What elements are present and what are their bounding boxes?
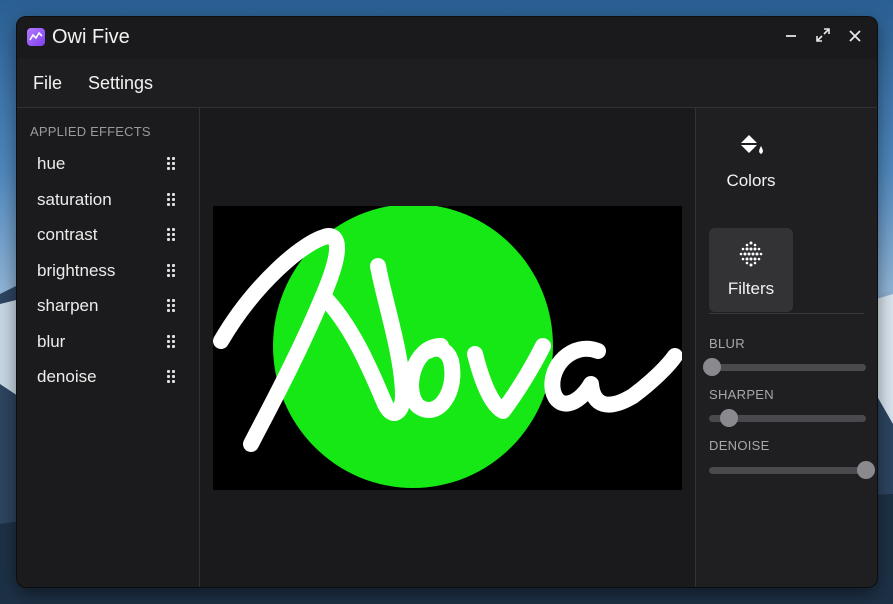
nova-logo-image: [213, 206, 682, 488]
filters-tool-button[interactable]: Filters: [709, 228, 793, 312]
effect-label: blur: [37, 332, 66, 351]
close-icon: [849, 30, 861, 42]
effect-label: brightness: [37, 261, 116, 280]
colors-label: Colors: [726, 171, 776, 190]
effect-label: sharpen: [37, 296, 99, 315]
close-button[interactable]: [844, 27, 866, 49]
paint-bucket-icon: [709, 132, 793, 160]
slider-track[interactable]: [709, 364, 866, 371]
applied-effects-sidebar: APPLIED EFFECTS hue saturation contrast …: [17, 108, 200, 587]
expand-icon: [816, 28, 830, 42]
sharpen-slider[interactable]: [709, 408, 866, 428]
drag-handle-icon[interactable]: [167, 157, 177, 170]
slider-thumb[interactable]: [703, 358, 722, 376]
effect-label: hue: [37, 154, 66, 173]
window-title: Owi Five: [52, 26, 130, 48]
image-preview: [213, 206, 682, 490]
blur-slider[interactable]: [703, 357, 866, 377]
drag-handle-icon[interactable]: [167, 370, 177, 383]
menu-settings[interactable]: Settings: [88, 73, 153, 94]
slider-thumb[interactable]: [720, 409, 739, 427]
app-window: Owi Five File Settings APPLIED EFFECTS h…: [17, 17, 877, 587]
filter-dots-icon: [709, 240, 793, 268]
image-canvas[interactable]: [200, 108, 695, 587]
drag-handle-icon[interactable]: [167, 264, 177, 277]
denoise-slider[interactable]: [709, 460, 875, 480]
applied-effects-header: APPLIED EFFECTS: [30, 124, 151, 139]
slider-thumb[interactable]: [857, 461, 875, 479]
sharpen-slider-label: SHARPEN: [709, 387, 774, 402]
effect-item-contrast[interactable]: contrast: [30, 219, 190, 251]
title-bar[interactable]: Owi Five: [17, 17, 877, 59]
drag-handle-icon[interactable]: [167, 193, 177, 206]
effect-item-hue[interactable]: hue: [30, 148, 190, 180]
tools-panel: Colors Filters BLUR SHARPEN DENOISE: [695, 108, 877, 587]
panel-divider: [709, 313, 864, 314]
blur-slider-label: BLUR: [709, 336, 745, 351]
effect-item-saturation[interactable]: saturation: [30, 184, 190, 216]
colors-tool-button[interactable]: Colors: [709, 120, 793, 204]
slider-track[interactable]: [709, 467, 866, 474]
menu-file[interactable]: File: [33, 73, 62, 94]
drag-handle-icon[interactable]: [167, 228, 177, 241]
effect-item-sharpen[interactable]: sharpen: [30, 290, 190, 322]
drag-handle-icon[interactable]: [167, 335, 177, 348]
denoise-slider-label: DENOISE: [709, 438, 770, 453]
filters-label: Filters: [727, 279, 775, 298]
effect-label: denoise: [37, 367, 97, 386]
minimize-icon: [786, 35, 796, 37]
minimize-button[interactable]: [780, 27, 802, 49]
effect-item-blur[interactable]: blur: [30, 326, 190, 358]
effect-label: saturation: [37, 190, 112, 209]
effect-item-brightness[interactable]: brightness: [30, 255, 190, 287]
menu-bar: File Settings: [17, 59, 877, 108]
app-logo-icon: [27, 28, 45, 46]
effect-item-denoise[interactable]: denoise: [30, 361, 190, 393]
effect-label: contrast: [37, 225, 98, 244]
maximize-button[interactable]: [812, 27, 834, 49]
drag-handle-icon[interactable]: [167, 299, 177, 312]
